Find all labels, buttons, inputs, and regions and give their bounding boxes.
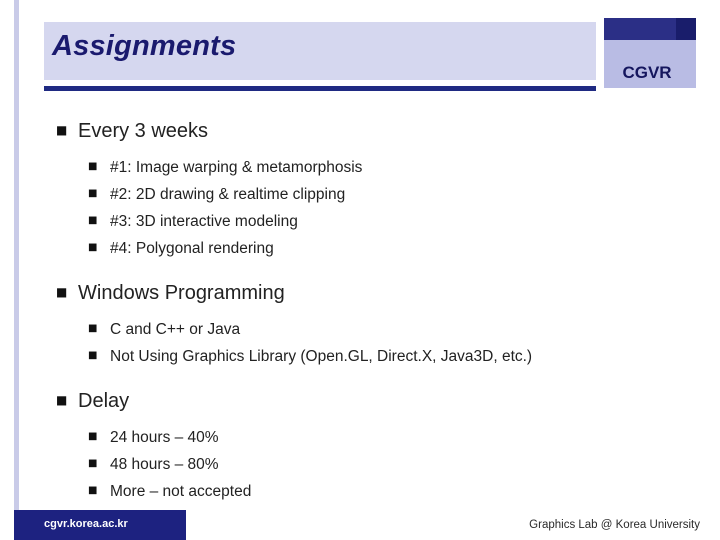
list-item-label: Not Using Graphics Library (Open.GL, Dir…	[110, 348, 533, 365]
title-divider	[44, 86, 596, 91]
list-item-label: Delay	[78, 390, 130, 412]
square-bullet-icon: ■	[88, 323, 98, 334]
slide-body: ■ Every 3 weeks ■ #1: Image warping & me…	[44, 112, 684, 505]
list-item-label: 48 hours – 80%	[110, 456, 219, 473]
logo-label: CGVR	[622, 63, 672, 82]
list-item-label: C and C++ or Java	[110, 321, 241, 338]
list-item-label: Windows Programming	[78, 282, 285, 304]
square-bullet-icon: ■	[88, 215, 98, 226]
list-item: ■ #4: Polygonal rendering	[44, 235, 684, 262]
footer-credit: Graphics Lab @ Korea University	[529, 519, 700, 531]
logo-accent-square	[676, 18, 696, 40]
list-item: ■ Delay	[44, 388, 684, 414]
list-item: ■ 24 hours – 40%	[44, 424, 684, 451]
left-accent-band	[14, 0, 19, 540]
list-item: ■ 48 hours – 80%	[44, 451, 684, 478]
list-item-label: #2: 2D drawing & realtime clipping	[110, 186, 346, 203]
list-item-label: #3: 3D interactive modeling	[110, 213, 298, 230]
square-bullet-icon: ■	[88, 350, 98, 361]
square-bullet-icon: ■	[88, 431, 98, 442]
square-bullet-icon: ■	[56, 393, 68, 407]
footer-url: cgvr.korea.ac.kr	[44, 518, 128, 530]
list-item-label: Every 3 weeks	[78, 120, 209, 142]
list-item: ■ Every 3 weeks	[44, 118, 684, 144]
square-bullet-icon: ■	[56, 123, 68, 137]
list-item-label: 24 hours – 40%	[110, 429, 219, 446]
square-bullet-icon: ■	[88, 188, 98, 199]
square-bullet-icon: ■	[88, 458, 98, 469]
list-item: ■ Windows Programming	[44, 280, 684, 306]
list-item: ■ Not Using Graphics Library (Open.GL, D…	[44, 343, 684, 370]
page-title: Assignments	[52, 30, 237, 62]
square-bullet-icon: ■	[88, 485, 98, 496]
list-item-label: #4: Polygonal rendering	[110, 240, 274, 257]
square-bullet-icon: ■	[88, 161, 98, 172]
square-bullet-icon: ■	[56, 285, 68, 299]
list-item-label: More – not accepted	[110, 483, 252, 500]
list-item: ■ C and C++ or Java	[44, 316, 684, 343]
square-bullet-icon: ■	[88, 242, 98, 253]
list-item: ■ #1: Image warping & metamorphosis	[44, 154, 684, 181]
list-item: ■ #2: 2D drawing & realtime clipping	[44, 181, 684, 208]
list-item-label: #1: Image warping & metamorphosis	[110, 159, 363, 176]
list-item: ■ More – not accepted	[44, 478, 684, 505]
slide: Assignments CGVR ■ Every 3 weeks ■ #1: I…	[0, 0, 720, 540]
list-item: ■ #3: 3D interactive modeling	[44, 208, 684, 235]
